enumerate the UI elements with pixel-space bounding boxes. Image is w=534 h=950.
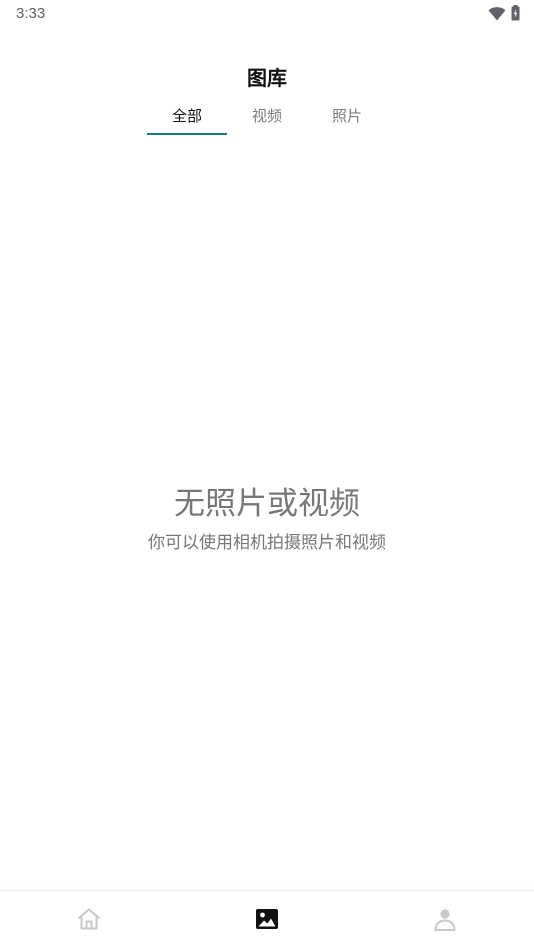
tab-bar: 全部 视频 照片 bbox=[147, 96, 387, 136]
page-title: 图库 bbox=[247, 66, 287, 90]
empty-state-title: 无照片或视频 bbox=[174, 486, 360, 522]
nav-gallery-button[interactable] bbox=[253, 907, 281, 935]
tab-all[interactable]: 全部 bbox=[147, 96, 227, 135]
nav-profile-button[interactable] bbox=[431, 907, 459, 935]
wifi-icon bbox=[488, 6, 506, 25]
bottom-nav bbox=[0, 890, 534, 950]
home-icon bbox=[76, 907, 102, 935]
battery-icon bbox=[511, 5, 520, 25]
status-icons bbox=[488, 5, 520, 25]
profile-icon bbox=[433, 907, 457, 935]
status-time: 3:33 bbox=[16, 5, 46, 22]
empty-state-subtitle: 你可以使用相机拍摄照片和视频 bbox=[148, 533, 386, 553]
gallery-icon bbox=[255, 908, 279, 934]
tab-photos[interactable]: 照片 bbox=[307, 96, 387, 134]
gallery-screen: 3:33 图库 全部 视频 照片 无照片或视频 你可以使用相机拍摄照片和视频 bbox=[0, 0, 534, 950]
tab-videos[interactable]: 视频 bbox=[227, 96, 307, 134]
nav-home-button[interactable] bbox=[75, 907, 103, 935]
status-bar: 3:33 bbox=[0, 0, 534, 28]
